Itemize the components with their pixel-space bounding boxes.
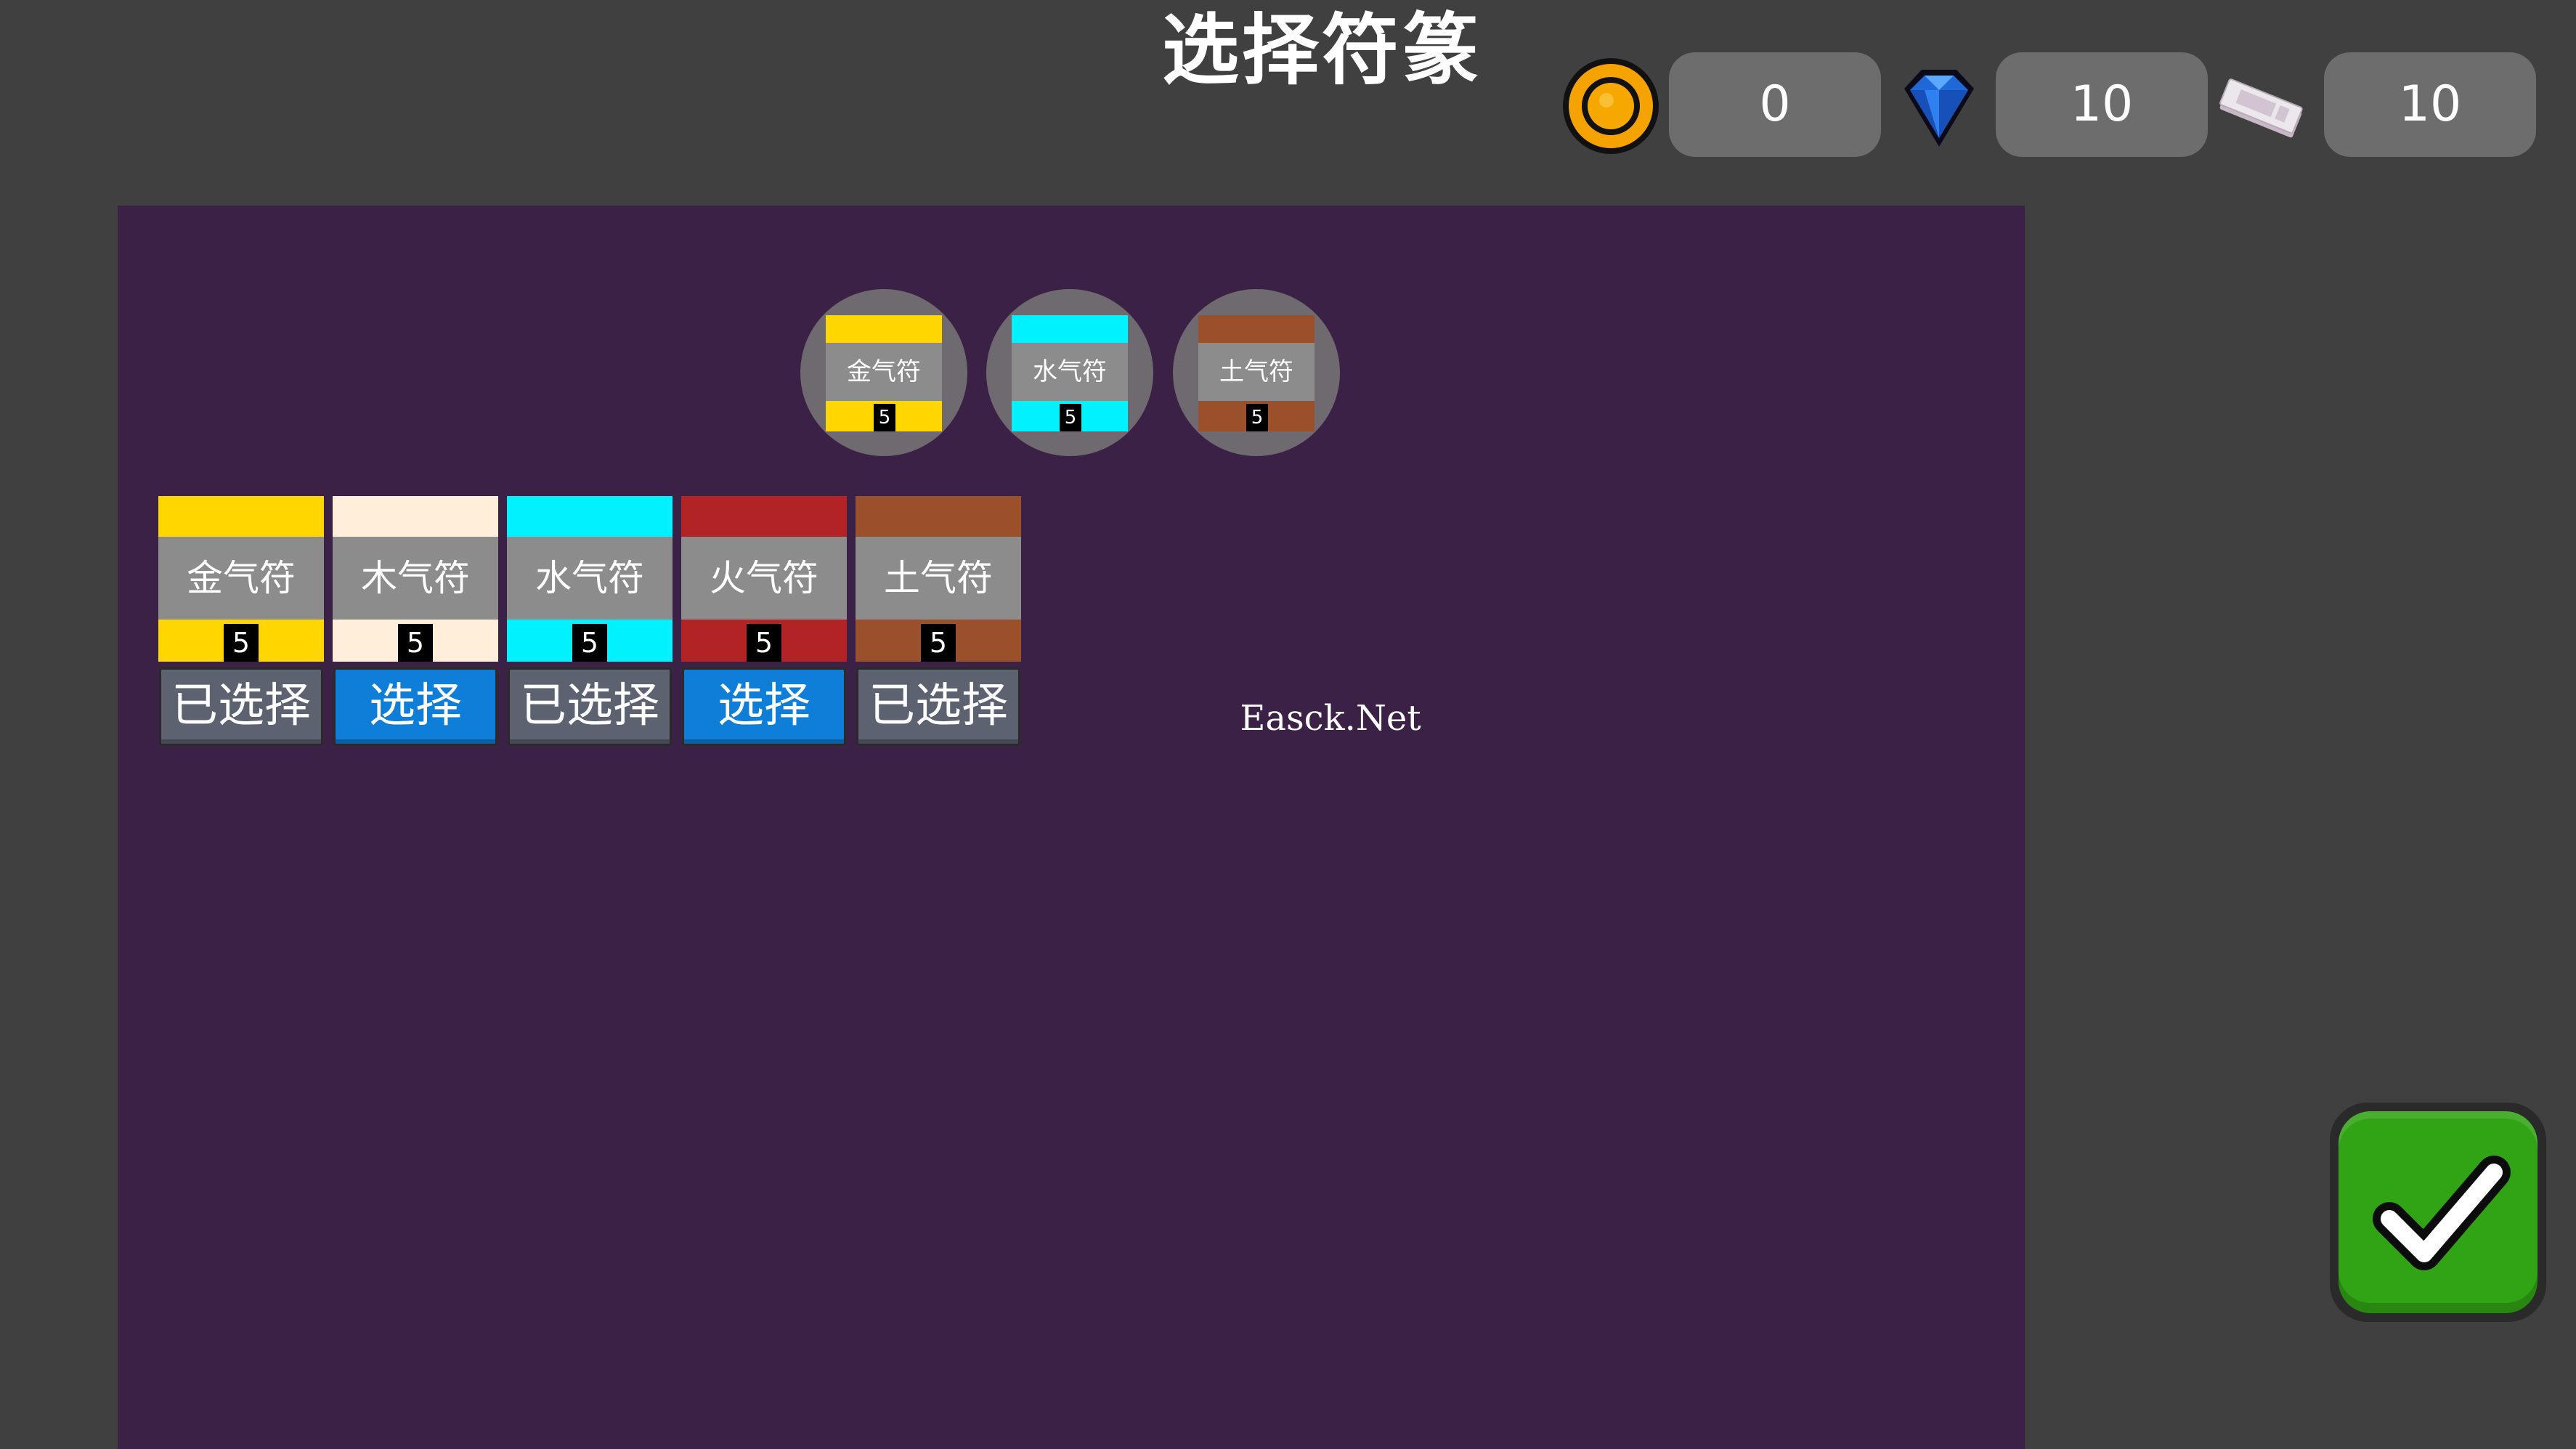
talisman-label: 水气符 bbox=[535, 557, 644, 599]
selected-slot[interactable]: 土气符 5 bbox=[1173, 289, 1340, 456]
talisman-card-earth: 土气符 5 bbox=[856, 496, 1021, 662]
talisman-count: 5 bbox=[747, 624, 781, 662]
talisman-select-button[interactable]: 已选择 bbox=[508, 667, 672, 746]
talisman-card-metal: 金气符 5 bbox=[158, 496, 324, 662]
talisman-label: 金气符 bbox=[187, 557, 296, 599]
talisman-label: 水气符 bbox=[1033, 357, 1107, 386]
talisman-count: 5 bbox=[1060, 404, 1081, 431]
card-color-band bbox=[856, 496, 1021, 537]
card-color-band bbox=[158, 496, 324, 537]
page-title: 选择符篆 bbox=[1162, 6, 1482, 95]
selected-talisman-card: 土气符 5 bbox=[1198, 315, 1315, 431]
coin-icon bbox=[1561, 57, 1660, 155]
confirm-button-face bbox=[2339, 1111, 2538, 1313]
gold-count: 0 bbox=[1669, 52, 1881, 157]
talisman-select-button[interactable]: 已选择 bbox=[159, 667, 323, 746]
talisman-count: 5 bbox=[874, 404, 895, 431]
talisman-count: 5 bbox=[224, 624, 259, 662]
selected-talisman-card: 金气符 5 bbox=[826, 315, 942, 431]
card-color-band bbox=[507, 496, 673, 537]
card-color-band bbox=[1198, 315, 1315, 343]
talisman-card-wood: 木气符 5 bbox=[333, 496, 498, 662]
diamond-icon bbox=[1890, 57, 1988, 155]
ticket-count: 10 bbox=[2324, 52, 2536, 157]
watermark-text: Easck.Net bbox=[1240, 698, 1421, 739]
talisman-card-fire: 火气符 5 bbox=[681, 496, 847, 662]
talisman-label: 火气符 bbox=[710, 557, 818, 599]
selected-slot[interactable]: 水气符 5 bbox=[986, 289, 1153, 456]
card-color-band bbox=[1012, 315, 1128, 343]
talisman-count: 5 bbox=[398, 624, 433, 662]
card-color-band bbox=[333, 496, 498, 537]
card-color-band bbox=[681, 496, 847, 537]
talisman-count: 5 bbox=[572, 624, 607, 662]
talisman-count: 5 bbox=[1246, 404, 1268, 431]
talisman-select-button[interactable]: 选择 bbox=[682, 667, 846, 746]
talisman-select-button[interactable]: 已选择 bbox=[856, 667, 1020, 746]
talisman-count: 5 bbox=[921, 624, 956, 662]
talisman-label: 土气符 bbox=[1219, 357, 1293, 386]
selected-slot[interactable]: 金气符 5 bbox=[800, 289, 967, 456]
talisman-panel: 金气符 5 水气符 5 土气符 5 金气符 5 已选择 木气符 5 选择 水气符… bbox=[118, 206, 2025, 1449]
talisman-label: 金气符 bbox=[847, 357, 921, 386]
talisman-label: 土气符 bbox=[884, 557, 993, 599]
diamond-count: 10 bbox=[1996, 52, 2208, 157]
ticket-icon bbox=[2215, 73, 2309, 145]
confirm-button[interactable] bbox=[2330, 1103, 2546, 1322]
talisman-label: 木气符 bbox=[361, 557, 470, 599]
selected-talisman-card: 水气符 5 bbox=[1012, 315, 1128, 431]
card-color-band bbox=[826, 315, 942, 343]
talisman-select-button[interactable]: 选择 bbox=[333, 667, 497, 746]
talisman-card-water: 水气符 5 bbox=[507, 496, 673, 662]
checkmark-icon bbox=[2373, 1156, 2511, 1270]
